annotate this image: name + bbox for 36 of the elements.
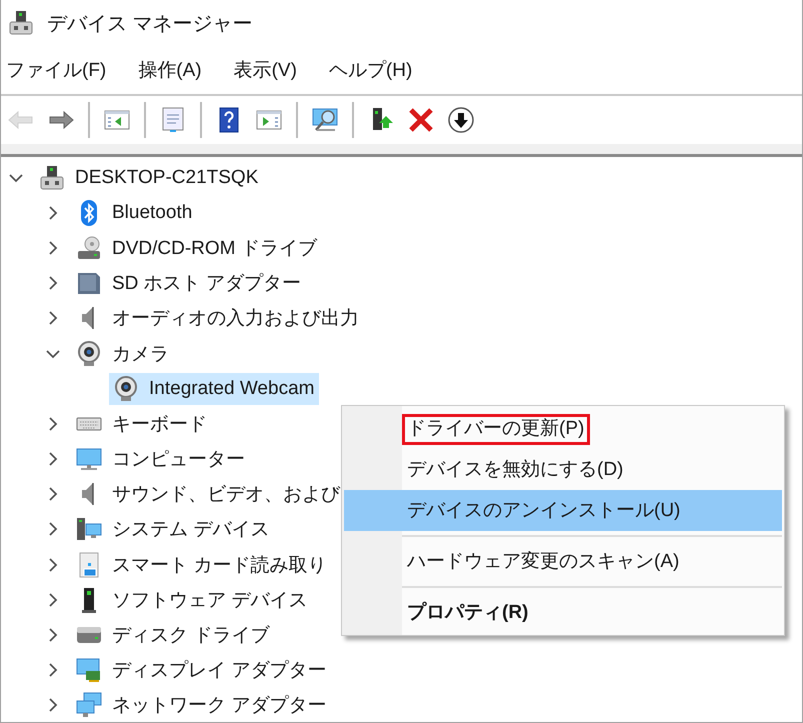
computer-icon xyxy=(7,9,35,37)
webcam-icon xyxy=(112,374,140,403)
tree-item[interactable]: キーボード xyxy=(72,408,212,440)
down-arrow-circle-icon xyxy=(447,106,475,134)
tree-item[interactable]: コンピューター xyxy=(72,443,250,476)
tree-item[interactable]: DVD/CD-ROM ドライブ xyxy=(72,232,322,264)
tree-item[interactable]: DESKTOP-C21TSQK xyxy=(35,162,264,194)
context-menu-item[interactable]: デバイスを無効にする(D) xyxy=(344,449,782,490)
menu-item[interactable]: ファイル(F) xyxy=(4,53,108,87)
menu-item[interactable]: 表示(V) xyxy=(232,53,299,87)
context-menu-item[interactable]: ハードウェア変更のスキャン(A) xyxy=(344,541,782,582)
menu-item[interactable]: ヘルプ(H) xyxy=(326,53,414,87)
tree-item[interactable]: システム デバイス xyxy=(72,513,274,546)
menu-item[interactable]: 操作(A) xyxy=(136,53,204,87)
computer-icon xyxy=(38,164,66,192)
context-menu-item[interactable]: ドライバーの更新(P) xyxy=(344,408,782,449)
webcam-icon xyxy=(75,340,103,368)
monitor-magnifier-icon xyxy=(311,106,339,134)
disc-drive-icon xyxy=(75,234,103,262)
tree-item[interactable]: サウンド、ビデオ、および xyxy=(72,478,345,510)
tree-item[interactable]: ソフトウェア デバイス xyxy=(72,584,312,616)
tree-item[interactable]: カメラ xyxy=(72,338,174,370)
tree-item[interactable]: Integrated Webcam xyxy=(109,372,320,405)
tree-item[interactable]: Bluetooth xyxy=(72,196,198,229)
tree-item[interactable]: SD ホスト アダプター xyxy=(72,267,306,300)
context-menu-item[interactable]: プロパティ(R) xyxy=(344,592,782,633)
tree-item[interactable]: スマート カード読み取り xyxy=(72,548,332,581)
network-icon xyxy=(75,691,103,720)
context-menu-item[interactable]: デバイスのアンインストール(U) xyxy=(344,490,782,531)
tree-item[interactable]: オーディオの入力および出力 xyxy=(72,302,364,334)
tree-item[interactable]: ディスク ドライブ xyxy=(72,619,274,652)
window-title: デバイス マネージャー xyxy=(47,12,253,36)
close-icon xyxy=(407,106,435,134)
display-adapter-icon xyxy=(75,656,103,684)
tree-item[interactable]: ディスプレイ アダプター xyxy=(72,654,332,686)
tree-item[interactable]: ネットワーク アダプター xyxy=(72,689,332,722)
